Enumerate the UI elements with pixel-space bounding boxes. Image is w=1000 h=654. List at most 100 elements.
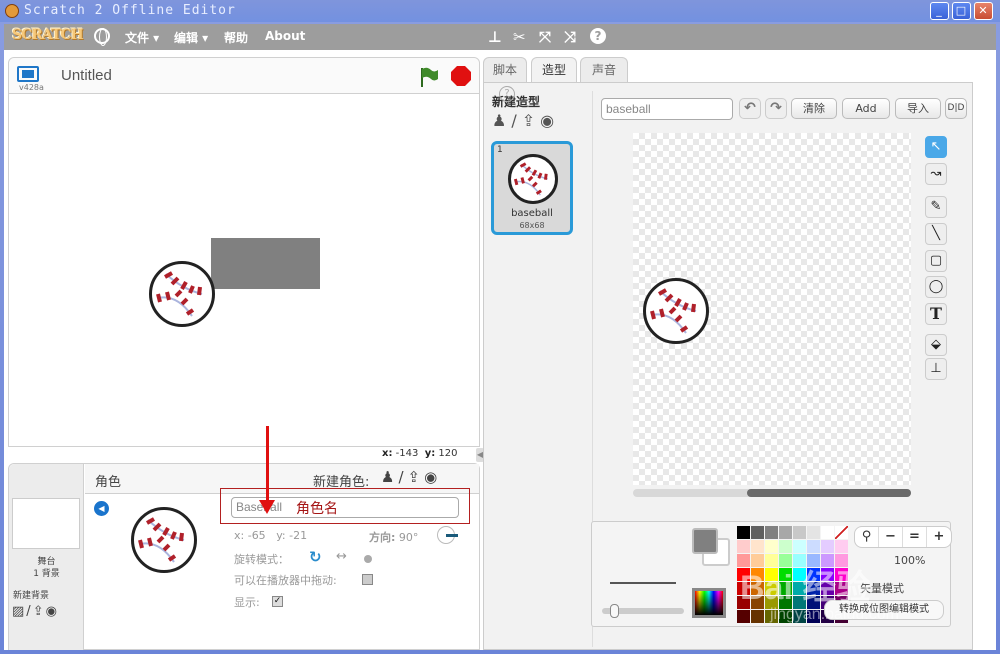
tab-costumes[interactable]: 造型 [531, 57, 577, 84]
rectangle-tool-icon[interactable]: ▢ [925, 250, 947, 272]
color-swatch[interactable] [821, 568, 834, 581]
color-swatch[interactable] [765, 526, 778, 539]
green-flag-icon[interactable] [419, 66, 439, 88]
color-swatch[interactable] [779, 568, 792, 581]
text-tool-icon[interactable]: T [925, 303, 947, 325]
language-globe-icon[interactable] [94, 28, 110, 46]
color-swatch[interactable] [779, 540, 792, 553]
convert-to-bitmap-button[interactable]: 转换成位图编辑模式 [824, 600, 944, 620]
color-swatch[interactable] [807, 596, 820, 609]
fill-tool-icon[interactable]: ⬙ [925, 334, 947, 356]
color-swatch[interactable] [807, 610, 820, 623]
costume-item[interactable]: 1 baseball 68x68 [491, 141, 573, 235]
clear-button[interactable]: 清除 [791, 98, 837, 119]
menu-about[interactable]: About [265, 29, 305, 43]
color-swatch[interactable] [779, 582, 792, 595]
color-swatch[interactable] [835, 554, 848, 567]
canvas-horizontal-scrollbar[interactable] [633, 489, 911, 497]
sprite-library-icon[interactable]: ♟ [381, 468, 398, 486]
upload-costume-icon[interactable]: ⇪ [522, 111, 540, 130]
color-swatch[interactable] [737, 526, 750, 539]
minimize-button[interactable]: _ [930, 2, 949, 20]
color-swatch[interactable] [793, 554, 806, 567]
menu-help[interactable]: 帮助 [224, 29, 248, 46]
stamp-tool-icon[interactable]: ⊥ [925, 358, 947, 380]
color-swatch[interactable] [737, 540, 750, 553]
color-swatch[interactable] [765, 596, 778, 609]
color-swatch[interactable] [737, 582, 750, 595]
upload-sprite-icon[interactable]: ⇪ [408, 468, 425, 486]
color-swatch[interactable] [807, 526, 820, 539]
help-icon[interactable]: ? [590, 28, 606, 44]
flip-button[interactable]: D|D [945, 98, 967, 119]
color-swatch[interactable] [751, 582, 764, 595]
color-swatch[interactable] [835, 568, 848, 581]
color-swatch[interactable] [751, 526, 764, 539]
sprite-info-back-button[interactable]: ◀ [94, 501, 109, 516]
maximize-button[interactable]: □ [952, 2, 971, 20]
color-swatch[interactable] [793, 610, 806, 623]
costume-library-icon[interactable]: ♟ [492, 111, 511, 130]
transparent-swatch[interactable] [835, 526, 848, 539]
stamp-icon[interactable]: ⊥ [488, 28, 502, 46]
color-swatch[interactable] [737, 568, 750, 581]
tab-scripts[interactable]: 脚本 [483, 57, 527, 83]
scrollbar-thumb[interactable] [746, 489, 911, 497]
grow-icon[interactable]: ⤧ [539, 28, 551, 46]
add-button[interactable]: Add [842, 98, 890, 119]
color-swatch[interactable] [737, 610, 750, 623]
color-swatch[interactable] [835, 582, 848, 595]
primary-color-swatch[interactable] [692, 528, 718, 554]
left-right-icon[interactable]: ↔ [336, 549, 347, 564]
color-swatch[interactable] [807, 568, 820, 581]
color-swatch[interactable] [835, 540, 848, 553]
camera-sprite-icon[interactable]: ◉ [424, 468, 441, 486]
color-swatch[interactable] [765, 582, 778, 595]
baseball-sprite[interactable] [149, 261, 215, 327]
zoom-reset-button[interactable]: = [903, 527, 927, 547]
paint-canvas[interactable] [633, 133, 911, 485]
undo-button[interactable]: ↶ [739, 98, 761, 119]
color-swatch[interactable] [751, 540, 764, 553]
color-swatch[interactable] [751, 568, 764, 581]
color-swatch[interactable] [779, 610, 792, 623]
camera-costume-icon[interactable]: ◉ [540, 111, 559, 130]
rotate-all-around-icon[interactable]: ↻ [309, 548, 322, 566]
paint-costume-icon[interactable]: / [511, 111, 521, 130]
color-swatch[interactable] [765, 610, 778, 623]
ellipse-tool-icon[interactable]: ◯ [925, 276, 947, 298]
color-swatch[interactable] [821, 526, 834, 539]
eyedropper-icon[interactable]: ⚲ [855, 527, 879, 547]
zoom-in-button[interactable]: + [927, 527, 951, 547]
shrink-icon[interactable]: ⤨ [564, 28, 576, 46]
reshape-tool-icon[interactable]: ↝ [925, 163, 947, 185]
dont-rotate-icon[interactable] [364, 555, 372, 563]
color-swatch[interactable] [779, 526, 792, 539]
paint-help-icon[interactable]: ? [499, 86, 515, 102]
color-swatch[interactable] [793, 540, 806, 553]
stage-canvas[interactable] [9, 95, 479, 446]
color-swatch[interactable] [807, 582, 820, 595]
baseball-costume-drawing[interactable] [643, 278, 709, 344]
line-tool-icon[interactable]: ╲ [925, 223, 947, 245]
color-swatch[interactable] [765, 554, 778, 567]
gray-rectangle-sprite[interactable] [211, 238, 320, 289]
color-swatch[interactable] [793, 526, 806, 539]
color-swatch[interactable] [821, 540, 834, 553]
color-swatch[interactable] [821, 554, 834, 567]
color-swatch[interactable] [793, 582, 806, 595]
color-swatch[interactable] [793, 568, 806, 581]
costume-name-input[interactable]: baseball [601, 98, 733, 120]
scratch-logo[interactable]: SCRATCH [12, 27, 84, 47]
color-swatch[interactable] [737, 596, 750, 609]
menu-file[interactable]: 文件 ▾ [125, 29, 159, 46]
zoom-out-button[interactable]: − [879, 527, 903, 547]
direction-dial[interactable] [437, 526, 458, 544]
pencil-tool-icon[interactable]: ✎ [925, 196, 947, 218]
color-swatch[interactable] [765, 540, 778, 553]
line-width-slider-knob[interactable] [610, 604, 619, 618]
show-checkbox[interactable]: ✓ [272, 596, 283, 607]
upload-backdrop-icon[interactable]: ⇪ [33, 604, 46, 619]
color-swatch[interactable] [751, 596, 764, 609]
color-swatch[interactable] [821, 582, 834, 595]
